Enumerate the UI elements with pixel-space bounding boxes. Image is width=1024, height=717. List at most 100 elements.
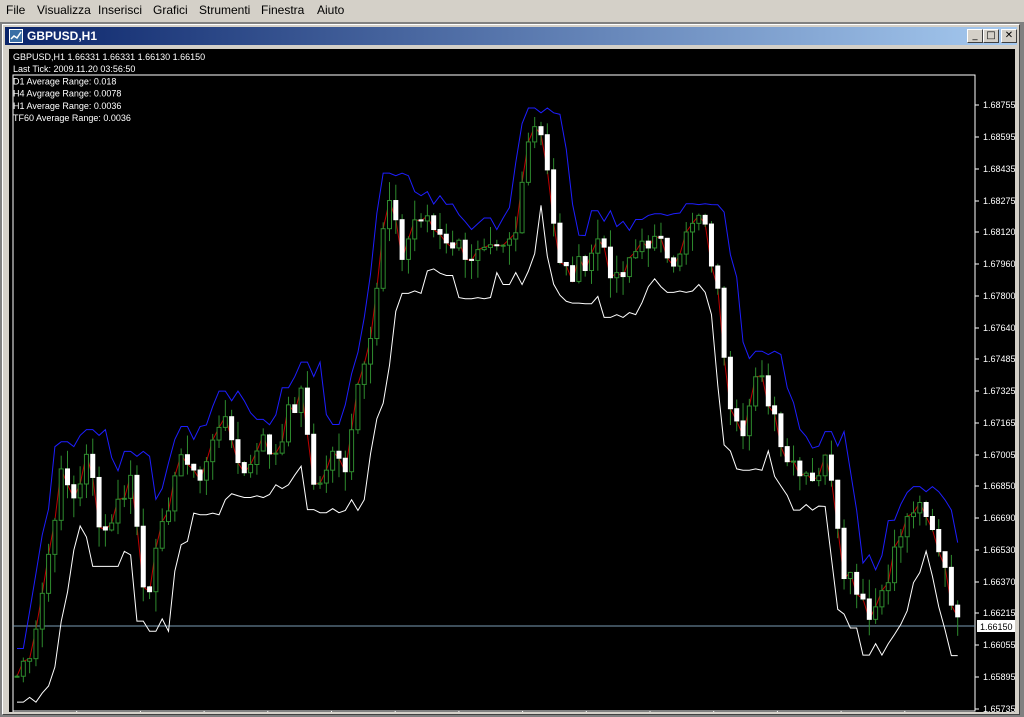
candle-bull: [109, 522, 115, 531]
candle-bull: [412, 219, 418, 240]
menu-strumenti[interactable]: Strumenti: [199, 3, 250, 17]
chart-window-titlebar[interactable]: GBPUSD,H1 _ □ ✕: [5, 27, 1017, 45]
candle-bull: [178, 454, 184, 477]
candle-bull: [500, 244, 506, 247]
candle-bear: [860, 593, 866, 600]
y-tick-label: 1.66370: [983, 577, 1015, 587]
candle-bear: [544, 134, 550, 171]
plot-border: [12, 74, 976, 712]
minimize-button[interactable]: _: [967, 29, 983, 43]
y-tick-label: 1.65895: [983, 672, 1015, 682]
chart-area[interactable]: 1.68755 1.68595 1.68435 1.68275 1.68120 1.679…: [9, 49, 1016, 715]
candle-bull: [626, 257, 632, 278]
candle-bear: [923, 502, 929, 517]
candle-bull: [260, 434, 266, 452]
candle-bear: [267, 434, 273, 455]
candle-bear: [311, 433, 317, 485]
candle-bear: [772, 405, 778, 415]
candle-bear: [235, 439, 241, 464]
candle-bear: [828, 454, 834, 481]
candle-bull: [248, 464, 254, 474]
candle-bull: [355, 383, 361, 431]
candle-bear: [797, 460, 803, 477]
candle-bull: [481, 246, 487, 251]
candle-bear: [96, 476, 102, 528]
y-tick-label: 1.67960: [983, 259, 1015, 269]
candle-bull: [696, 214, 702, 224]
restore-button[interactable]: □: [983, 29, 999, 43]
candle-bear: [702, 214, 708, 225]
candle-bull: [677, 253, 683, 267]
candle-bull: [816, 475, 822, 482]
candle-bull: [380, 228, 386, 289]
candle-bull: [52, 519, 58, 555]
candle-bull: [633, 251, 639, 259]
price-chart[interactable]: 1.68755 1.68595 1.68435 1.68275 1.68120 1.679…: [9, 49, 1016, 715]
candle-bear: [437, 229, 443, 235]
candle-bull: [216, 426, 222, 441]
candle-bull: [254, 450, 260, 466]
candle-bull: [279, 441, 285, 454]
candle-bull: [456, 239, 462, 249]
y-tick-label: 1.68595: [983, 132, 1015, 142]
y-tick-label: 1.68275: [983, 196, 1015, 206]
candle-bull: [595, 238, 601, 254]
candle-bear: [715, 265, 721, 289]
candle-bear: [620, 272, 626, 278]
y-tick-label: 1.68120: [983, 227, 1015, 237]
candle-bull: [368, 338, 374, 365]
menu-finestra[interactable]: Finestra: [261, 3, 304, 17]
menu-aiuto[interactable]: Aiuto: [317, 3, 344, 17]
candle-bull: [904, 516, 910, 538]
mdi-workspace: GBPUSD,H1 _ □ ✕ 1.68755 1.68595 1.68435 1.6…: [0, 22, 1024, 717]
candle-bear: [469, 258, 475, 261]
candle-bull: [210, 439, 216, 463]
candle-bear: [582, 256, 588, 272]
candle-bear: [601, 238, 607, 248]
candle-bear: [841, 527, 847, 580]
candle-bull: [917, 502, 923, 514]
y-tick-label: 1.67800: [983, 291, 1015, 301]
close-button[interactable]: ✕: [1001, 29, 1017, 43]
candle-bear: [563, 261, 569, 267]
lower-band-line: [17, 205, 958, 703]
candle-bull: [873, 606, 879, 620]
info-line: Last Tick: 2009.11.20 03:56:50: [13, 64, 135, 74]
candle-bull: [203, 461, 209, 481]
menu-visualizza[interactable]: Visualizza: [37, 3, 91, 17]
menu-grafici[interactable]: Grafici: [153, 3, 188, 17]
candle-bull: [121, 497, 127, 500]
chart-window[interactable]: GBPUSD,H1 _ □ ✕ 1.68755 1.68595 1.68435 1.6…: [2, 24, 1020, 715]
candle-bear: [784, 446, 790, 463]
candle-bull: [614, 272, 620, 279]
candle-bull: [39, 592, 45, 630]
candle-bull: [652, 235, 658, 249]
candle-bull: [374, 287, 380, 340]
candle-bear: [342, 457, 348, 473]
candle-bull: [746, 405, 752, 437]
candle-bull: [759, 375, 765, 378]
candle-bull: [803, 472, 809, 477]
candle-bear: [140, 525, 146, 588]
candle-bull: [791, 460, 797, 463]
candle-bear: [835, 479, 841, 529]
candle-bear: [443, 233, 449, 244]
candle-bull: [323, 469, 329, 484]
candle-bear: [734, 408, 740, 422]
candle-bear: [147, 586, 153, 593]
candle-bear: [197, 469, 203, 481]
candle-bear: [866, 598, 872, 620]
candle-bull: [298, 387, 304, 413]
candle-bear: [551, 169, 557, 224]
menu-inserisci[interactable]: Inserisci: [98, 3, 142, 17]
candle-bull: [27, 658, 33, 662]
candle-bull: [153, 547, 159, 593]
candle-bear: [948, 566, 954, 606]
candle-bull: [513, 232, 519, 240]
candle-bear: [71, 484, 77, 499]
candle-bear: [778, 413, 784, 448]
candle-bear: [431, 215, 437, 231]
candle-bull: [690, 222, 696, 233]
candle-bear: [721, 287, 727, 358]
menu-file[interactable]: File: [6, 3, 25, 17]
